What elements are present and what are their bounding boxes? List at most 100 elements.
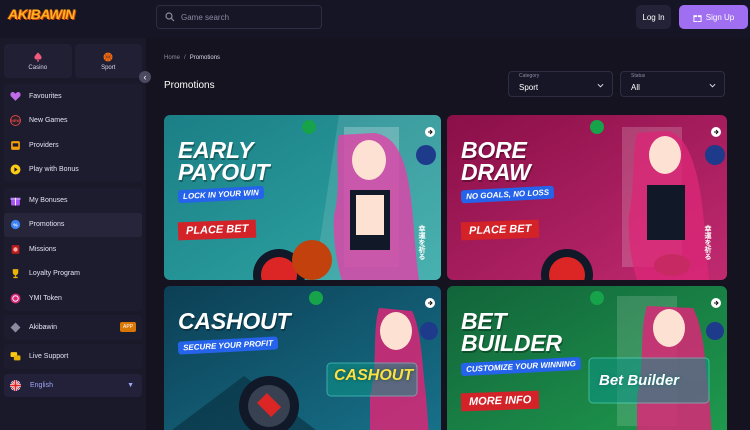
open-promo-arrow[interactable]	[425, 298, 435, 308]
collapse-sidebar-button[interactable]: ‹	[139, 71, 151, 83]
tab-sport[interactable]: Sport	[74, 44, 142, 78]
promo-heading: BET BUILDER	[461, 310, 562, 356]
sidebar-item-label: Providers	[29, 141, 59, 149]
promo-heading-line-2: PAYOUT	[178, 159, 270, 185]
arrow-right-icon	[714, 300, 719, 306]
heart-icon	[10, 91, 21, 102]
sidebar-item-live-support[interactable]: Live Support	[4, 344, 142, 369]
caret-down-icon: ▼	[127, 382, 134, 389]
token-icon	[10, 293, 21, 304]
place-bet-button[interactable]: PLACE BET	[177, 219, 257, 241]
app-root: AKIBAWIN Log In Sign Up Casino Sport ‹	[0, 0, 750, 430]
sidebar-item-missions[interactable]: Missions	[4, 237, 142, 262]
promo-heading: EARLY PAYOUT	[178, 139, 270, 185]
open-promo-arrow[interactable]	[711, 298, 721, 308]
spade-icon	[34, 52, 42, 61]
promo-heading-line-2: BUILDER	[461, 330, 562, 356]
sidebar-item-loyalty[interactable]: Loyalty Program	[4, 262, 142, 287]
slot-machine-icon	[10, 140, 21, 151]
sidebar-item-favourites[interactable]: Favourites	[4, 84, 142, 109]
missions-icon	[10, 244, 21, 255]
breadcrumb-home[interactable]: Home	[164, 55, 180, 61]
promo-card-bore-draw[interactable]: BORE DRAW NO GOALS, NO LOSS PLACE BET 幸運を…	[447, 115, 727, 280]
sidebar: Casino Sport ‹ Favourites NEW New Games …	[0, 38, 151, 430]
status-value: All	[631, 83, 640, 92]
sidebar-item-label: Loyalty Program	[29, 270, 80, 278]
breadcrumb-current: Promotions	[189, 55, 221, 61]
mode-tabs: Casino Sport	[4, 44, 142, 78]
promo-card-early-payout[interactable]: EARLY PAYOUT LOCK IN YOUR WIN PLACE BET 幸…	[164, 115, 441, 280]
brand-logo[interactable]: AKIBAWIN	[8, 6, 75, 22]
category-value: Sport	[519, 83, 539, 92]
chevron-down-icon	[709, 83, 716, 88]
arrow-right-icon	[714, 129, 719, 135]
tab-casino-label: Casino	[28, 64, 48, 71]
sidebar-item-label: Missions	[29, 245, 57, 253]
search-box[interactable]	[156, 5, 322, 29]
sidebar-item-providers[interactable]: Providers	[4, 133, 142, 158]
menu-group-games: Favourites NEW New Games Providers Play …	[4, 84, 142, 182]
arrow-right-icon	[428, 129, 433, 135]
sidebar-item-label: New Games	[29, 117, 68, 125]
login-button[interactable]: Log In	[636, 5, 671, 29]
svg-text:NEW: NEW	[11, 119, 20, 123]
play-icon	[10, 164, 21, 175]
category-label: Category	[519, 73, 540, 79]
japanese-side-text: 幸運を祈る	[704, 225, 712, 260]
arrow-right-icon	[428, 300, 433, 306]
new-badge-icon: NEW	[10, 115, 21, 127]
menu-group-support: Live Support	[4, 344, 142, 369]
menu-group-account: My Bonuses % Promotions Missions Loyalty…	[4, 188, 142, 311]
gift-icon	[693, 14, 702, 22]
sidebar-item-label: Play with Bonus	[29, 166, 79, 174]
uk-flag-icon	[10, 380, 21, 391]
main-content: Home / Promotions Promotions Category Spor…	[146, 38, 750, 430]
svg-text:%: %	[13, 223, 18, 229]
promo-heading-line-2: DRAW	[461, 159, 531, 185]
more-info-button[interactable]: MORE INFO	[460, 390, 540, 412]
sidebar-item-label: My Bonuses	[29, 196, 68, 204]
sidebar-item-akibawin[interactable]: Akibawin APP	[4, 315, 142, 340]
sidebar-item-promotions[interactable]: % Promotions	[4, 212, 142, 237]
signup-label: Sign Up	[705, 12, 735, 22]
promo-heading-line-1: CASHOUT	[178, 308, 291, 334]
sidebar-item-label: Akibawin	[29, 323, 58, 331]
tab-sport-label: Sport	[101, 64, 116, 71]
percent-gear-icon: %	[10, 219, 21, 230]
basketball-icon	[103, 52, 113, 61]
sidebar-item-label: Favourites	[29, 92, 62, 100]
search-input[interactable]	[181, 12, 311, 22]
sidebar-item-play-with-bonus[interactable]: Play with Bonus	[4, 158, 142, 183]
status-select[interactable]: Status All	[620, 71, 725, 97]
promo-card-bet-builder[interactable]: BET BUILDER CUSTOMIZE YOUR WINNING MORE I…	[447, 286, 727, 430]
breadcrumb-separator: /	[184, 55, 186, 61]
sidebar-item-label: YMI Token	[29, 294, 62, 302]
sidebar-item-label: Promotions	[29, 221, 65, 229]
language-label: English	[30, 382, 53, 389]
tab-casino[interactable]: Casino	[4, 44, 72, 78]
cashout-badge: CASHOUT	[334, 367, 414, 384]
category-select[interactable]: Category Sport	[508, 71, 613, 97]
promo-heading: BORE DRAW	[461, 139, 531, 185]
sidebar-item-my-bonuses[interactable]: My Bonuses	[4, 188, 142, 213]
promo-card-cashout[interactable]: CASHOUT SECURE YOUR PROFIT CASHOUT	[164, 286, 441, 430]
page-title: Promotions	[164, 80, 215, 91]
app-badge: APP	[119, 322, 136, 333]
sidebar-item-label: Live Support	[29, 352, 69, 360]
language-selector[interactable]: English ▼	[4, 374, 142, 397]
signup-button[interactable]: Sign Up	[679, 5, 748, 29]
chat-icon	[10, 351, 21, 362]
trophy-icon	[10, 268, 21, 279]
open-promo-arrow[interactable]	[425, 127, 435, 137]
status-label: Status	[631, 73, 646, 79]
sidebar-item-new-games[interactable]: NEW New Games	[4, 109, 142, 134]
app-icon	[10, 322, 21, 333]
chevron-down-icon	[597, 83, 604, 88]
search-icon	[165, 12, 175, 22]
bet-builder-badge: Bet Builder	[599, 372, 680, 389]
sidebar-item-ymi-token[interactable]: YMI Token	[4, 286, 142, 311]
breadcrumb: Home / Promotions	[164, 55, 220, 61]
japanese-side-text: 幸運を祈る	[418, 225, 426, 260]
place-bet-button[interactable]: PLACE BET	[460, 219, 540, 241]
open-promo-arrow[interactable]	[711, 127, 721, 137]
